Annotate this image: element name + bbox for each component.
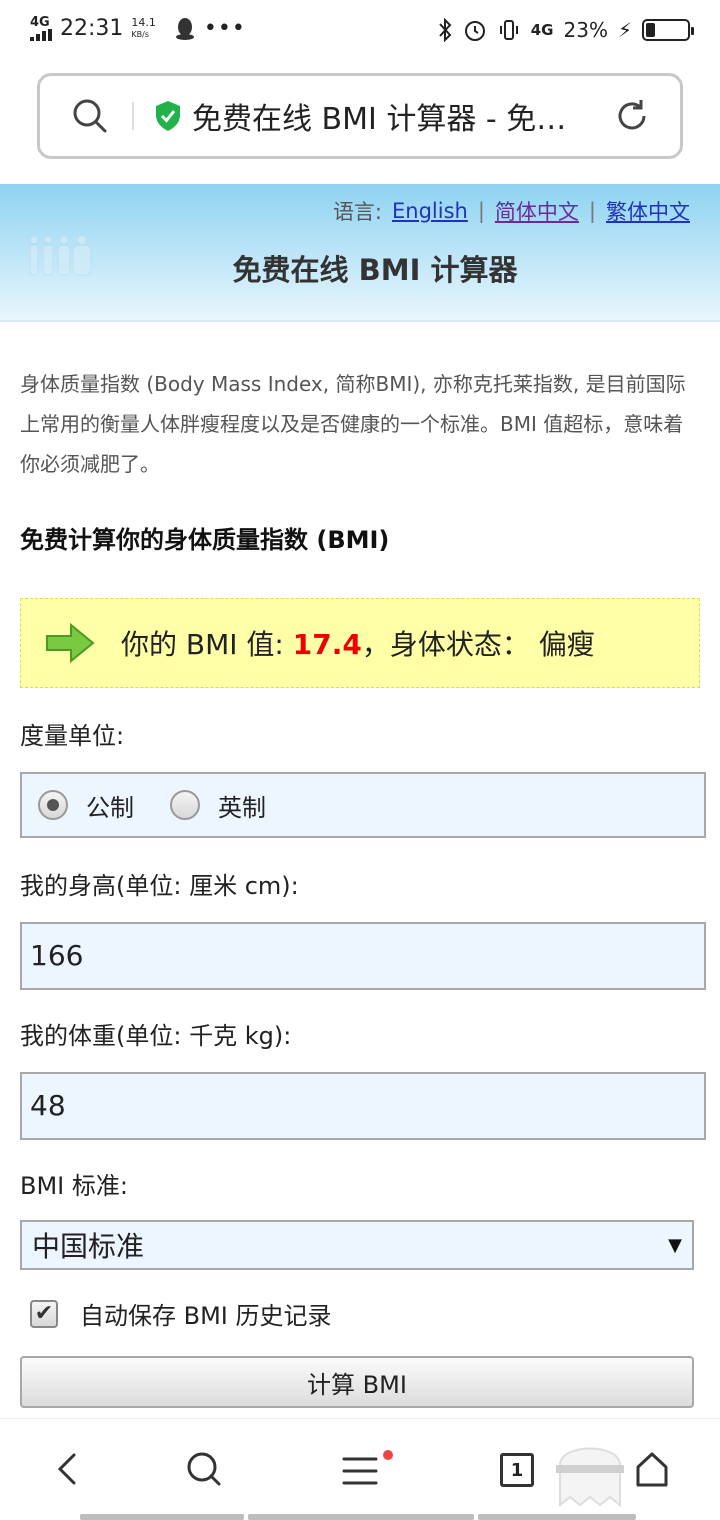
weight-value[interactable]: 48	[22, 1074, 704, 1136]
section-heading: 免费计算你的身体质量指数 (BMI)	[20, 526, 390, 554]
unit-radio-group: 公制 英制	[20, 772, 706, 838]
right-arrow-icon	[46, 623, 95, 663]
network-type-right: 4G	[530, 21, 554, 39]
bmi-value: 17.4	[292, 628, 362, 661]
height-label: 我的身高(单位: 厘米 cm):	[20, 872, 299, 900]
clock: 22:31	[60, 16, 124, 41]
weight-label: 我的体重(单位: 千克 kg):	[20, 1022, 292, 1050]
standard-select[interactable]: 中国标准 ▼	[20, 1220, 694, 1270]
language-label: 语言:	[332, 200, 383, 224]
lang-simplified-link[interactable]: 简体中文	[495, 196, 579, 226]
alarm-icon	[464, 21, 485, 41]
lang-english-link[interactable]: English	[392, 199, 468, 223]
calculate-button[interactable]: 计算 BMI	[20, 1356, 694, 1408]
gesture-bar-segment	[478, 1514, 636, 1520]
tabs-button[interactable]: 1	[500, 1453, 534, 1487]
address-bar[interactable]: 免费在线 BMI 计算器 - 免…	[37, 73, 683, 159]
battery-percent: 23%	[563, 18, 608, 42]
lang-separator: |	[588, 199, 596, 223]
intro-text: 身体质量指数 (Body Mass Index, 简称BMI), 亦称克托莱指数…	[20, 372, 686, 476]
height-value[interactable]: 166	[22, 924, 704, 986]
language-switcher: 语言: English | 简体中文 | 繁体中文	[333, 196, 690, 226]
standard-label: BMI 标准:	[20, 1172, 128, 1200]
charging-icon: ⚡	[617, 18, 632, 42]
autosave-label[interactable]: 自动保存 BMI 历史记录	[80, 1296, 332, 1331]
bottom-navigation: 1	[0, 1418, 720, 1520]
network-type: 4G	[30, 14, 50, 30]
status-bar: 4G 22:31 14.1 KB/s ••• 4G 23% ⚡	[0, 0, 720, 64]
bmi-result-text: 你的 BMI 值: 17.4，身体状态： 偏瘦	[121, 623, 595, 663]
back-icon[interactable]	[52, 1449, 84, 1489]
home-icon[interactable]	[634, 1449, 670, 1489]
autosave-checkbox[interactable]: ✔	[30, 1299, 58, 1328]
metric-label[interactable]: 公制	[86, 788, 134, 823]
metric-radio[interactable]	[38, 790, 68, 820]
assistant-mascot-icon[interactable]	[552, 1433, 628, 1511]
search-nav-icon[interactable]	[184, 1449, 224, 1489]
cellular-signal-icon: 4G	[30, 14, 52, 41]
weight-input[interactable]: 48	[20, 1072, 706, 1140]
lang-traditional-link[interactable]: 繁体中文	[606, 196, 690, 226]
height-input[interactable]: 166	[20, 922, 706, 990]
result-prefix: 你的 BMI 值:	[121, 628, 293, 661]
lang-separator: |	[477, 199, 485, 223]
imperial-radio[interactable]	[170, 790, 200, 820]
qq-icon	[175, 17, 194, 40]
secure-shield-icon	[156, 101, 180, 131]
autosave-row: ✔ 自动保存 BMI 历史记录	[30, 1296, 332, 1331]
battery-icon	[642, 19, 694, 41]
dropdown-caret-icon[interactable]: ▼	[668, 1235, 682, 1256]
reload-icon[interactable]	[612, 96, 652, 136]
gesture-bar-segment	[248, 1514, 474, 1520]
speed-unit: KB/s	[131, 29, 150, 39]
unit-label: 度量单位:	[20, 722, 125, 750]
vibrate-icon	[499, 20, 518, 40]
bluetooth-icon	[439, 18, 452, 42]
standard-value[interactable]: 中国标准	[32, 1225, 144, 1265]
body-status: ，身体状态： 偏瘦	[361, 628, 595, 661]
menu-icon[interactable]	[340, 1449, 396, 1493]
imperial-label[interactable]: 英制	[218, 788, 266, 823]
bmi-result-box: 你的 BMI 值: 17.4，身体状态： 偏瘦	[20, 598, 700, 688]
site-title: 免费在线 BMI 计算器	[232, 253, 518, 287]
tab-count: 1	[510, 1459, 524, 1481]
more-notifications-icon: •••	[203, 16, 246, 41]
divider	[132, 102, 134, 130]
gesture-bar-segment	[80, 1514, 244, 1520]
search-icon[interactable]	[70, 96, 110, 136]
page-title-in-address[interactable]: 免费在线 BMI 计算器 - 免…	[192, 94, 602, 138]
speed-value: 14.1	[131, 15, 156, 29]
network-speed: 14.1 KB/s	[131, 15, 156, 41]
